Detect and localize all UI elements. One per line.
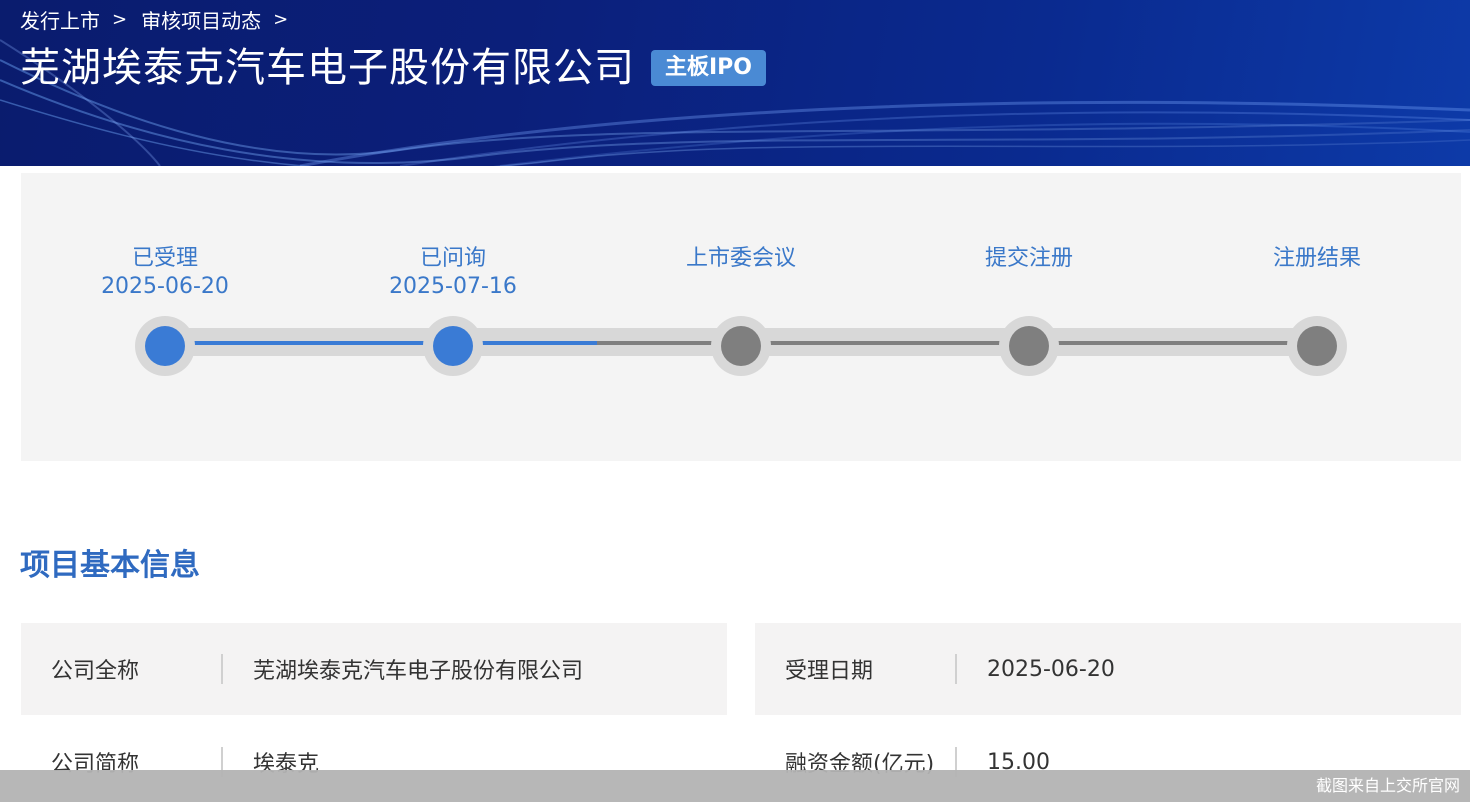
header-banner: 发行上市 > 审核项目动态 > 芜湖埃泰克汽车电子股份有限公司 主板IPO — [0, 0, 1470, 166]
section-title-basic-info: 项目基本信息 — [20, 548, 200, 583]
info-row-accept-date: 受理日期 2025-06-20 — [755, 623, 1461, 715]
review-progress-panel: 已受理 2025-06-20 已问询 2025-07-16 上市委会议 提交注册 注册结果 — [21, 173, 1461, 461]
info-label: 公司全称 — [51, 659, 140, 684]
info-value: 芜湖埃泰克汽车电子股份有限公司 — [253, 659, 584, 684]
step-node-dot — [433, 326, 473, 366]
info-row-company-full-name: 公司全称 芜湖埃泰克汽车电子股份有限公司 — [21, 623, 727, 715]
progress-line-completed — [165, 341, 597, 345]
step-node — [423, 316, 483, 376]
step-date: 2025-07-16 — [389, 274, 517, 299]
step-name: 提交注册 — [984, 246, 1073, 271]
chevron-right-icon: > — [112, 8, 128, 30]
footer-bar: 截图来自上交所官网 — [0, 770, 1470, 802]
info-value: 2025-06-20 — [987, 656, 1115, 682]
source-note: 截图来自上交所官网 — [1315, 776, 1460, 795]
info-label: 受理日期 — [785, 659, 874, 684]
breadcrumb-item-review-dynamics[interactable]: 审核项目动态 — [141, 5, 261, 34]
step-name: 上市委会议 — [685, 246, 796, 271]
step-name: 已问询 — [419, 246, 486, 271]
step-node — [135, 316, 195, 376]
page-title: 芜湖埃泰克汽车电子股份有限公司 — [20, 45, 635, 91]
step-label: 已受理 2025-06-20 — [65, 245, 265, 301]
step-label: 提交注册 — [929, 245, 1129, 273]
step-label: 上市委会议 — [641, 245, 841, 273]
breadcrumb-item-ipo[interactable]: 发行上市 — [20, 5, 100, 34]
step-node — [999, 316, 1059, 376]
step-name: 注册结果 — [1272, 246, 1361, 271]
step-node-dot — [721, 326, 761, 366]
board-badge: 主板IPO — [651, 50, 767, 86]
step-node-dot — [145, 326, 185, 366]
step-node — [1287, 316, 1347, 376]
step-label: 已问询 2025-07-16 — [353, 245, 553, 301]
step-node-dot — [1009, 326, 1049, 366]
step-node — [711, 316, 771, 376]
step-node-dot — [1297, 326, 1337, 366]
progress-line-pending — [597, 341, 1317, 345]
step-name: 已受理 — [131, 246, 198, 271]
step-label: 注册结果 — [1217, 245, 1417, 273]
breadcrumb: 发行上市 > 审核项目动态 > — [20, 5, 302, 34]
step-date: 2025-06-20 — [101, 274, 229, 299]
chevron-right-icon: > — [273, 8, 289, 30]
